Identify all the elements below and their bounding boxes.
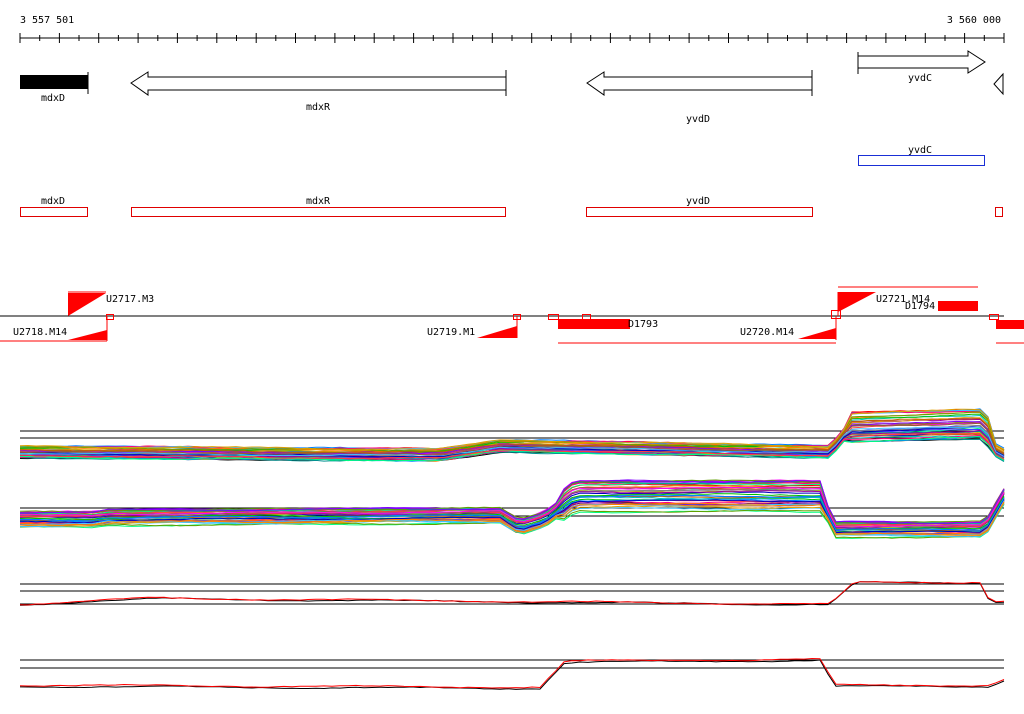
- red-cds-track: mdxD mdxR yvdD: [20, 196, 1003, 217]
- feature-D1794-box[interactable]: [938, 301, 978, 311]
- gene-partial-arrow[interactable]: [993, 72, 1004, 96]
- gene-track: mdxD mdxR yvdD yvdC: [20, 50, 1004, 125]
- red-cds-yvdD-box[interactable]: [586, 207, 813, 217]
- expression-track-4: [19, 657, 1005, 690]
- red-cds-mdxR-box[interactable]: [131, 207, 506, 217]
- feature-D1794-label: D1794: [905, 301, 935, 312]
- gene-mdxR-label: mdxR: [306, 102, 331, 113]
- gene-mdxR-arrow[interactable]: [130, 71, 507, 96]
- ruler-start-label: 3 557 501: [20, 15, 74, 26]
- expression-track-3: [19, 581, 1005, 606]
- feature-right-marker: [989, 314, 999, 320]
- feature-U2721-triangle[interactable]: [838, 292, 876, 312]
- gene-yvdD-label: yvdD: [686, 114, 710, 125]
- feature-U2717-triangle[interactable]: [68, 293, 106, 316]
- gene-yvdC-arrow[interactable]: [857, 50, 986, 74]
- gene-yvdD-arrow[interactable]: [586, 71, 813, 96]
- gene-yvdC-label: yvdC: [908, 73, 932, 84]
- feature-U2720-label: U2720.M14: [740, 327, 794, 338]
- expression-series-line: [19, 581, 1005, 606]
- blue-cds-yvdC-box[interactable]: [858, 155, 985, 166]
- expression-track-2: [19, 479, 1005, 539]
- feature-U2719-label: U2719.M1: [427, 327, 475, 338]
- red-cds-partial-box[interactable]: [995, 207, 1003, 217]
- feature-D1793-label: D1793: [628, 319, 658, 330]
- red-cds-mdxD-label: mdxD: [41, 196, 65, 207]
- feature-D1793-box[interactable]: [558, 319, 630, 329]
- feature-D1793-marker-b: [582, 314, 591, 320]
- feature-U2718-label: U2718.M14: [13, 327, 67, 338]
- feature-track: U2717.M3 U2718.M14 U2719.M1 D1793 U2720.…: [0, 286, 1024, 344]
- red-cds-yvdD-label: yvdD: [686, 196, 710, 207]
- feature-right-box[interactable]: [996, 320, 1024, 329]
- expression-series-line: [19, 657, 1005, 689]
- red-cds-mdxR-label: mdxR: [306, 196, 331, 207]
- gene-mdxD-block[interactable]: [20, 75, 88, 89]
- feature-U2720-triangle[interactable]: [798, 328, 836, 339]
- feature-U2719-triangle[interactable]: [477, 326, 517, 338]
- coordinate-ruler: 3 557 501 3 560 000: [19, 15, 1005, 43]
- feature-U2717-label: U2717.M3: [106, 294, 154, 305]
- ruler-end-label: 3 560 000: [947, 15, 1001, 26]
- feature-U2718-marker: [106, 314, 114, 320]
- feature-D1793-marker-a: [548, 314, 559, 320]
- expression-track-1: [19, 408, 1005, 463]
- blue-cds-yvdC-label: yvdC: [908, 145, 932, 156]
- genome-browser-view: 3 557 501 3 560 000 mdxD mdxR yvdD yvdC …: [0, 15, 1024, 690]
- blue-cds-track: yvdC: [858, 145, 985, 166]
- feature-U2718-triangle[interactable]: [68, 330, 107, 340]
- red-cds-mdxD-box[interactable]: [20, 207, 88, 217]
- gene-mdxD-label: mdxD: [41, 93, 65, 104]
